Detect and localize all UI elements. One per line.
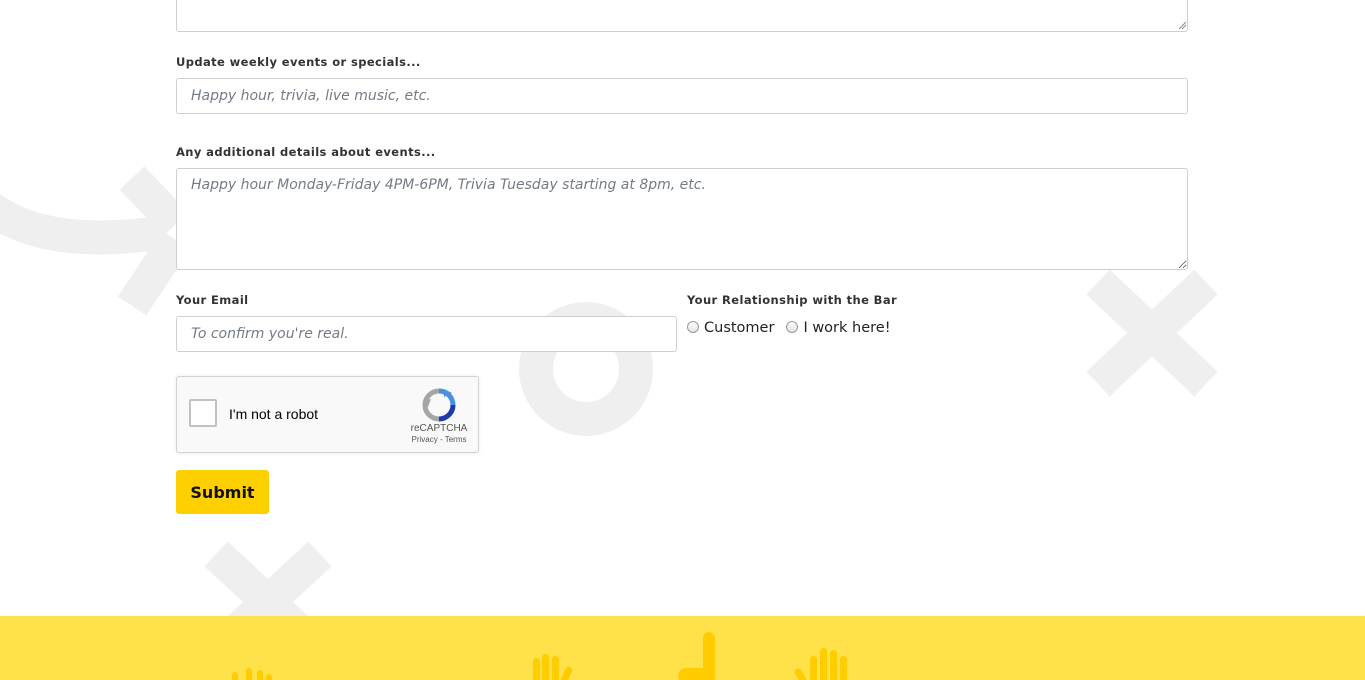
recaptcha-widget: I'm not a robot reCAPTCHA Privacy - Term… bbox=[176, 376, 479, 453]
recaptcha-privacy-link[interactable]: Privacy bbox=[412, 435, 438, 444]
right-hand-icon bbox=[794, 648, 847, 680]
bar-update-form: Update weekly events or specials... Any … bbox=[176, 0, 1188, 616]
recaptcha-terms-link[interactable]: Terms bbox=[445, 435, 467, 444]
event-details-textarea[interactable] bbox=[176, 168, 1188, 270]
resize-grip-icon[interactable] bbox=[1178, 21, 1187, 30]
employee-radio-label[interactable]: I work here! bbox=[803, 320, 890, 336]
recaptcha-logo-icon bbox=[422, 388, 456, 422]
left-hand-icon bbox=[232, 668, 272, 680]
recaptcha-checkbox[interactable] bbox=[189, 399, 217, 427]
email-label: Your Email bbox=[176, 293, 249, 307]
raised-hands-illustration bbox=[232, 632, 847, 680]
recaptcha-link-separator: - bbox=[437, 435, 445, 444]
pointing-hand-icon bbox=[678, 632, 715, 680]
relationship-label: Your Relationship with the Bar bbox=[687, 293, 898, 307]
middle-left-hand-icon bbox=[533, 654, 573, 680]
event-details-label: Any additional details about events... bbox=[176, 145, 436, 159]
submit-button[interactable]: Submit bbox=[176, 470, 269, 514]
email-field[interactable] bbox=[176, 316, 677, 352]
customer-radio[interactable] bbox=[687, 321, 699, 333]
weekly-events-label: Update weekly events or specials... bbox=[176, 55, 421, 69]
recaptcha-links: Privacy - Terms bbox=[399, 435, 479, 444]
previous-textarea[interactable] bbox=[176, 0, 1188, 32]
weekly-events-input[interactable] bbox=[176, 78, 1188, 114]
recaptcha-label: I'm not a robot bbox=[229, 406, 319, 422]
customer-radio-label[interactable]: Customer bbox=[704, 320, 774, 336]
arrow-head-top-decoration bbox=[119, 166, 189, 236]
footer-band bbox=[0, 616, 1365, 680]
recaptcha-brand: reCAPTCHA bbox=[410, 423, 468, 434]
relationship-radio-group: Customer I work here! bbox=[687, 320, 903, 336]
employee-radio[interactable] bbox=[786, 321, 799, 333]
